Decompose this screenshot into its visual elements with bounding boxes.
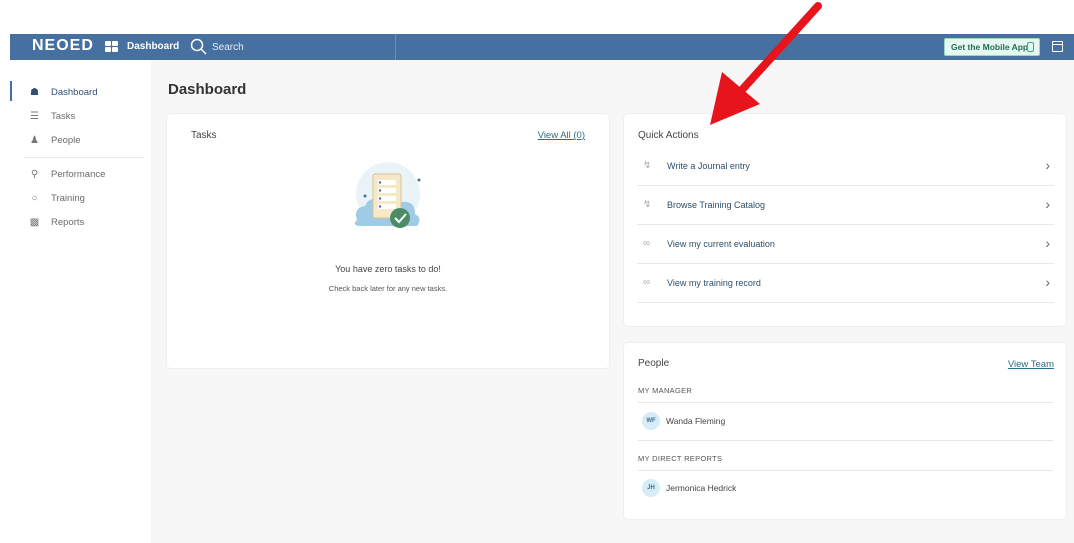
apps-grid-icon[interactable] [105,41,118,53]
divider [638,402,1053,403]
calendar-icon[interactable] [1052,41,1063,52]
manager-person[interactable]: WF Wanda Fleming [642,412,725,430]
direct-report-person[interactable]: JH Jermonica Hedrick [642,479,736,497]
quick-action-label: View my training record [667,278,761,288]
sidebar-item-label: Training [51,192,85,204]
divider [638,470,1053,471]
divider [638,440,1053,441]
sidebar-item-label: Tasks [51,110,76,122]
sidebar-item-reports[interactable]: ▩ Reports [28,215,85,229]
trophy-icon: ⚲ [30,168,39,180]
empty-tasks-illustration-icon [354,162,421,228]
main-content: Dashboard Tasks View All (0) You have ze… [151,60,1074,543]
empty-tasks-subtext: Check back later for any new tasks. [328,284,448,293]
empty-tasks-message: You have zero tasks to do! [335,264,441,274]
sidebar-item-label: Reports [51,216,85,228]
tasks-card: Tasks View All (0) You have zero tasks t… [167,114,609,368]
quick-action-view-training-record[interactable]: ∞ View my training record › [637,264,1054,303]
sidebar-item-label: Dashboard [51,86,98,98]
avatar: JH [642,479,660,497]
sidebar-item-training[interactable]: ○ Training [28,191,85,205]
red-annotation-arrow-icon [710,2,822,125]
list-icon: ☰ [30,110,39,122]
nav-divider [395,34,396,60]
sidebar-item-performance[interactable]: ⚲ Performance [28,167,106,181]
link-icon: ∞ [643,238,651,249]
bolt-icon: ↯ [643,160,652,171]
chevron-right-icon: › [1045,274,1050,290]
sidebar-item-tasks[interactable]: ☰ Tasks [28,109,75,123]
page-title: Dashboard [168,81,247,98]
quick-action-label: View my current evaluation [667,239,775,249]
quick-action-view-evaluation[interactable]: ∞ View my current evaluation › [637,225,1054,264]
lightbulb-icon: ○ [31,192,38,204]
chevron-right-icon: › [1045,235,1050,251]
tasks-card-title: Tasks [191,130,217,141]
view-team-link[interactable]: View Team [1008,359,1054,370]
app-root: NEOED Dashboard Search Get the Mobile Ap… [0,0,1074,543]
quick-actions-card: Quick Actions ↯ Write a Journal entry › … [624,114,1066,326]
search-input[interactable]: Search [212,42,244,53]
brand-logo[interactable]: NEOED [32,37,94,55]
people-icon: ♟ [30,134,39,146]
sidebar-divider [24,157,144,158]
bar-chart-icon: ▩ [29,216,40,228]
quick-action-label: Write a Journal entry [667,161,750,171]
bolt-icon: ↯ [643,199,652,210]
search-icon[interactable] [190,38,207,56]
link-icon: ∞ [643,277,651,288]
my-direct-reports-label: MY DIRECT REPORTS [638,454,723,463]
my-manager-label: MY MANAGER [638,386,693,395]
direct-report-name: Jermonica Hedrick [666,483,737,493]
people-card: People View Team MY MANAGER WF Wanda Fle… [624,343,1066,519]
chevron-right-icon: › [1045,157,1050,173]
quick-action-label: Browse Training Catalog [667,200,766,210]
nav-dashboard-link[interactable]: Dashboard [127,41,179,52]
chevron-right-icon: › [1045,196,1050,212]
quick-actions-title: Quick Actions [638,130,699,141]
sidebar-item-label: Performance [51,168,106,180]
sidebar-item-dashboard[interactable]: ☗ Dashboard [28,85,97,99]
get-mobile-app-button[interactable]: Get the Mobile App [944,38,1040,56]
sidebar-item-people[interactable]: ♟ People [28,133,81,147]
phone-icon [1027,42,1034,52]
sidebar-active-indicator [10,81,12,101]
sidebar: ☗ Dashboard ☰ Tasks ♟ People ⚲ Performan… [10,60,151,543]
avatar: WF [642,412,660,430]
top-nav-bar: NEOED Dashboard Search Get the Mobile Ap… [10,34,1074,60]
quick-action-browse-catalog[interactable]: ↯ Browse Training Catalog › [637,186,1054,225]
sidebar-item-label: People [51,134,81,146]
quick-action-write-journal[interactable]: ↯ Write a Journal entry › [637,147,1054,186]
people-card-title: People [638,358,670,369]
manager-name: Wanda Fleming [666,416,726,426]
home-icon: ☗ [30,86,39,98]
view-all-tasks-link[interactable]: View All (0) [538,130,585,141]
mobile-app-label: Get the Mobile App [951,42,1029,52]
